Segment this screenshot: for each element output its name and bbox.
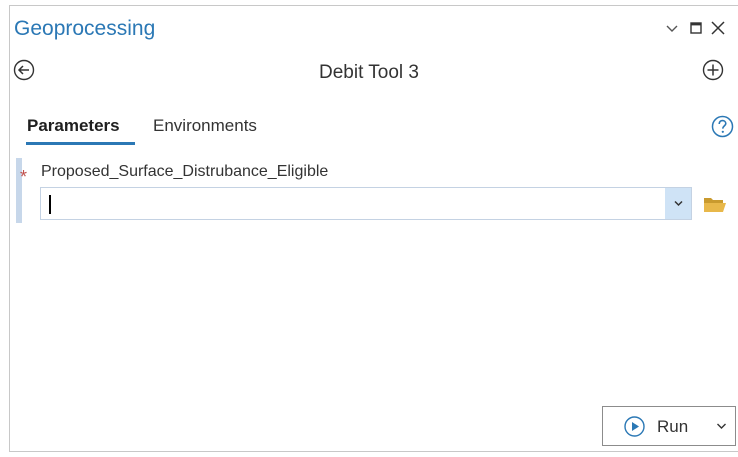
run-label: Run	[657, 417, 689, 436]
run-button[interactable]: Run	[602, 406, 736, 446]
close-icon[interactable]	[710, 20, 726, 36]
tab-environments[interactable]: Environments	[153, 116, 257, 136]
chevron-down-icon[interactable]	[716, 422, 727, 430]
help-icon[interactable]	[711, 115, 734, 138]
run-play-icon	[624, 416, 645, 437]
maximize-icon[interactable]	[688, 20, 704, 36]
parameter-input[interactable]	[40, 187, 692, 220]
tab-parameters[interactable]: Parameters	[27, 116, 120, 136]
chevron-down-icon[interactable]	[664, 20, 680, 36]
add-icon[interactable]	[702, 59, 724, 81]
pane-title: Geoprocessing	[14, 17, 156, 40]
active-tab-indicator	[26, 142, 135, 145]
parameter-dropdown-button[interactable]	[665, 188, 691, 219]
folder-open-icon[interactable]	[703, 195, 727, 213]
tool-title: Debit Tool 3	[319, 62, 419, 83]
parameter-label: Proposed_Surface_Distrubance_Eligible	[41, 163, 329, 180]
required-marker: *	[20, 167, 28, 187]
chevron-down-icon	[674, 200, 683, 207]
text-caret	[49, 195, 51, 214]
